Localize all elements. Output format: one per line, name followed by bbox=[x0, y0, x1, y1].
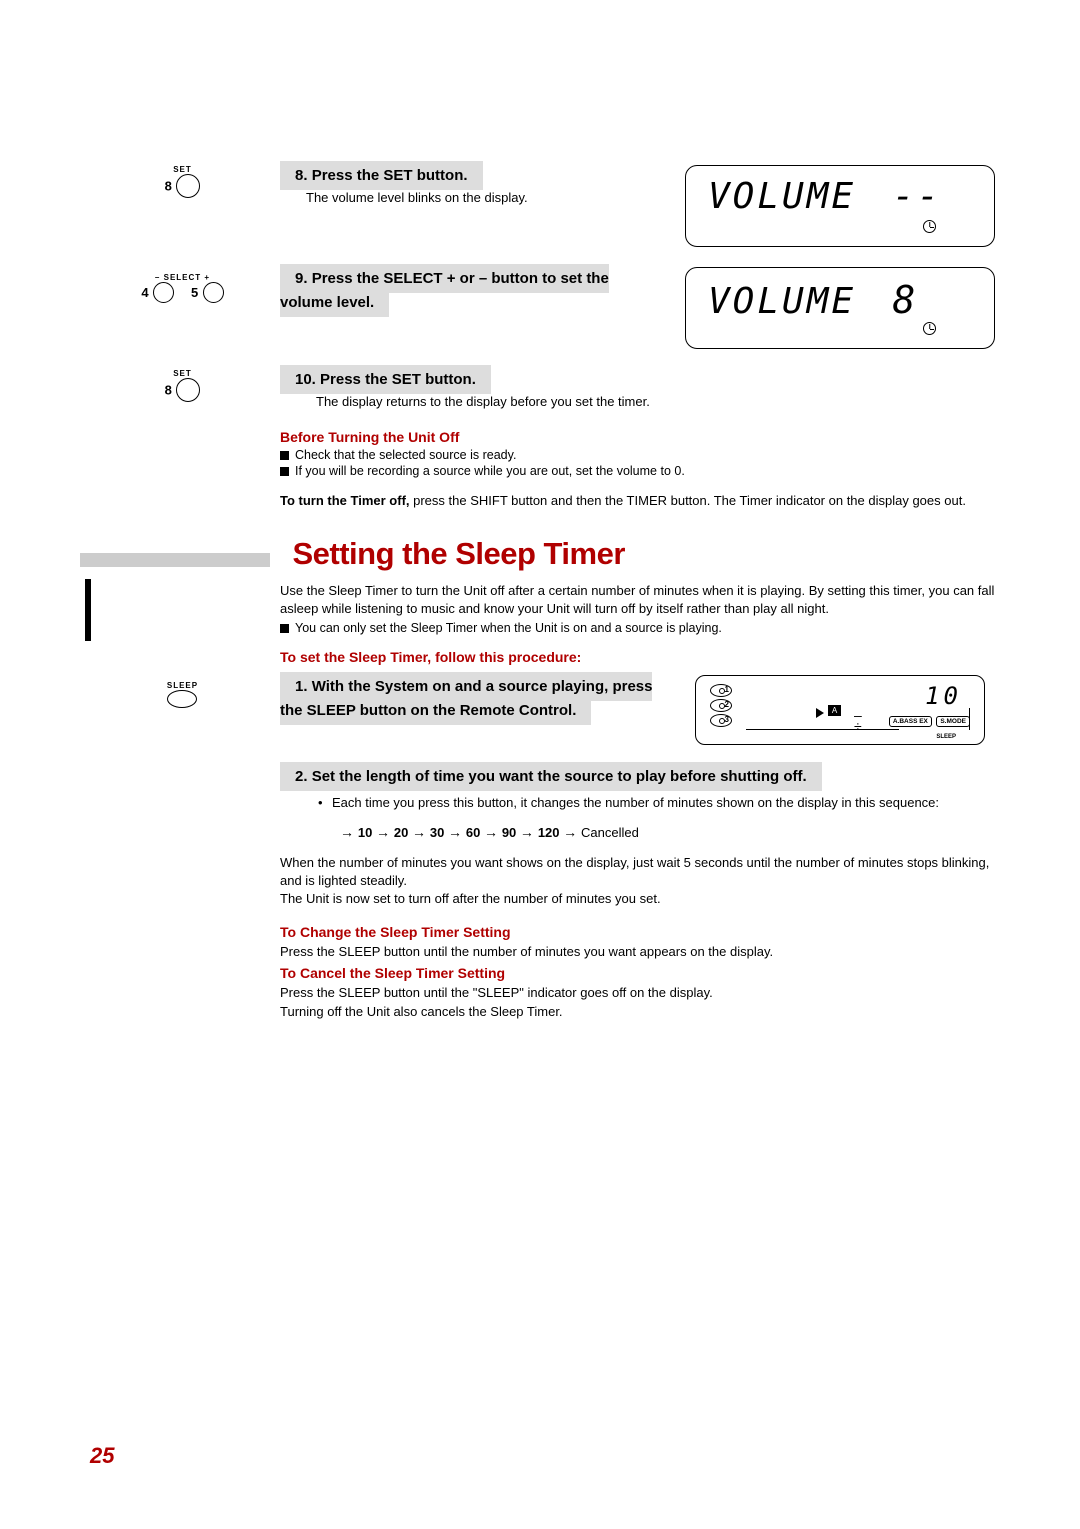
set-button-icon: SET 8 bbox=[165, 165, 201, 198]
sleep-step-2: 2. Set the length of time you want the s… bbox=[280, 765, 995, 1021]
sleep-value: 10 bbox=[925, 682, 962, 710]
lcd-display-sleep: 1 2 3 A 10 A.BASS EX S.MODE SLEEP – ÷ bbox=[695, 675, 985, 745]
square-bullet-icon bbox=[280, 451, 289, 460]
clock-icon bbox=[923, 322, 936, 335]
timer-off-text: press the SHIFT button and then the TIME… bbox=[410, 493, 966, 508]
step-number: 10. bbox=[295, 371, 316, 388]
step-body: The volume level blinks on the display. bbox=[280, 190, 665, 205]
sequence-line: → 10 → 20 → 30 → 60 → 90 → 120 → Cancell… bbox=[340, 824, 995, 840]
select-button-icon: – SELECT + 4 5 bbox=[141, 273, 223, 303]
sleep-step-1-row: SLEEP 1. With the System on and a source… bbox=[85, 675, 995, 745]
step-title: Press the SET button. bbox=[320, 371, 476, 388]
step-title: Press the SET button. bbox=[312, 167, 468, 184]
step-8-row: SET 8 8. Press the SET button. The volum… bbox=[85, 165, 995, 247]
cancel-body-1: Press the SLEEP button until the "SLEEP"… bbox=[280, 984, 995, 1002]
section-gray-bar bbox=[80, 553, 270, 567]
subheading: Before Turning the Unit Off bbox=[280, 429, 995, 445]
section-title: Setting the Sleep Timer bbox=[292, 536, 624, 571]
intro-paragraph: Use the Sleep Timer to turn the Unit off… bbox=[280, 582, 995, 618]
change-body: Press the SLEEP button until the number … bbox=[280, 943, 995, 961]
step-title: Set the length of time you want the sour… bbox=[312, 768, 807, 785]
step-number: 2. bbox=[295, 768, 308, 785]
page-edge-tab bbox=[85, 579, 91, 641]
procedure-title: To set the Sleep Timer, follow this proc… bbox=[280, 649, 995, 665]
circle-icon bbox=[176, 174, 200, 198]
before-off-section: Before Turning the Unit Off Check that t… bbox=[280, 429, 995, 510]
display-suffix: -- bbox=[893, 176, 942, 217]
play-icon bbox=[816, 708, 824, 718]
circle-icon bbox=[176, 378, 200, 402]
display-line bbox=[746, 729, 899, 730]
step-number: 9. bbox=[295, 270, 308, 287]
step-10-row: SET 8 10. Press the SET button. The disp… bbox=[85, 369, 995, 409]
display-text: VOLUME bbox=[708, 281, 856, 322]
abass-badge: A.BASS EX bbox=[889, 716, 932, 727]
step-title: Press the SELECT + or – button to set th… bbox=[280, 270, 609, 311]
step-number: 8. bbox=[295, 167, 308, 184]
closing-p1: When the number of minutes you want show… bbox=[280, 854, 995, 890]
closing-p2: The Unit is now set to turn off after th… bbox=[280, 890, 995, 908]
lcd-display-1: VOLUME -- bbox=[685, 165, 995, 247]
display-text: VOLUME bbox=[708, 176, 856, 217]
circle-icon bbox=[153, 282, 174, 303]
square-bullet-icon bbox=[280, 624, 289, 633]
change-heading: To Change the Sleep Timer Setting bbox=[280, 924, 995, 940]
page-number: 25 bbox=[90, 1443, 114, 1469]
smode-badge: S.MODE bbox=[936, 716, 970, 727]
sleep-button-icon: SLEEP bbox=[167, 681, 198, 713]
cancel-body-2: Turning off the Unit also cancels the Sl… bbox=[280, 1003, 995, 1021]
clock-icon bbox=[923, 220, 936, 233]
display-suffix: 8 bbox=[893, 278, 919, 322]
block-a-icon: A bbox=[828, 705, 841, 716]
cancel-heading: To Cancel the Sleep Timer Setting bbox=[280, 965, 995, 981]
disc-icons: 1 2 3 bbox=[710, 684, 732, 729]
timer-off-bold: To turn the Timer off, bbox=[280, 493, 410, 508]
set-button-label: SET bbox=[165, 165, 201, 174]
circle-icon bbox=[203, 282, 224, 303]
sleep-indicator: SLEEP bbox=[936, 734, 956, 740]
oval-icon bbox=[167, 690, 197, 708]
step-title: With the System on and a source playing,… bbox=[280, 678, 652, 719]
step-9-row: – SELECT + 4 5 9. Press the SELECT + or … bbox=[85, 267, 995, 349]
set-button-icon-2: SET 8 bbox=[165, 369, 201, 402]
step-body: The display returns to the display befor… bbox=[280, 394, 975, 409]
lcd-display-2: VOLUME 8 bbox=[685, 267, 995, 349]
square-bullet-icon bbox=[280, 467, 289, 476]
step-number: 1. bbox=[295, 678, 308, 695]
intro-section: Use the Sleep Timer to turn the Unit off… bbox=[280, 582, 995, 664]
